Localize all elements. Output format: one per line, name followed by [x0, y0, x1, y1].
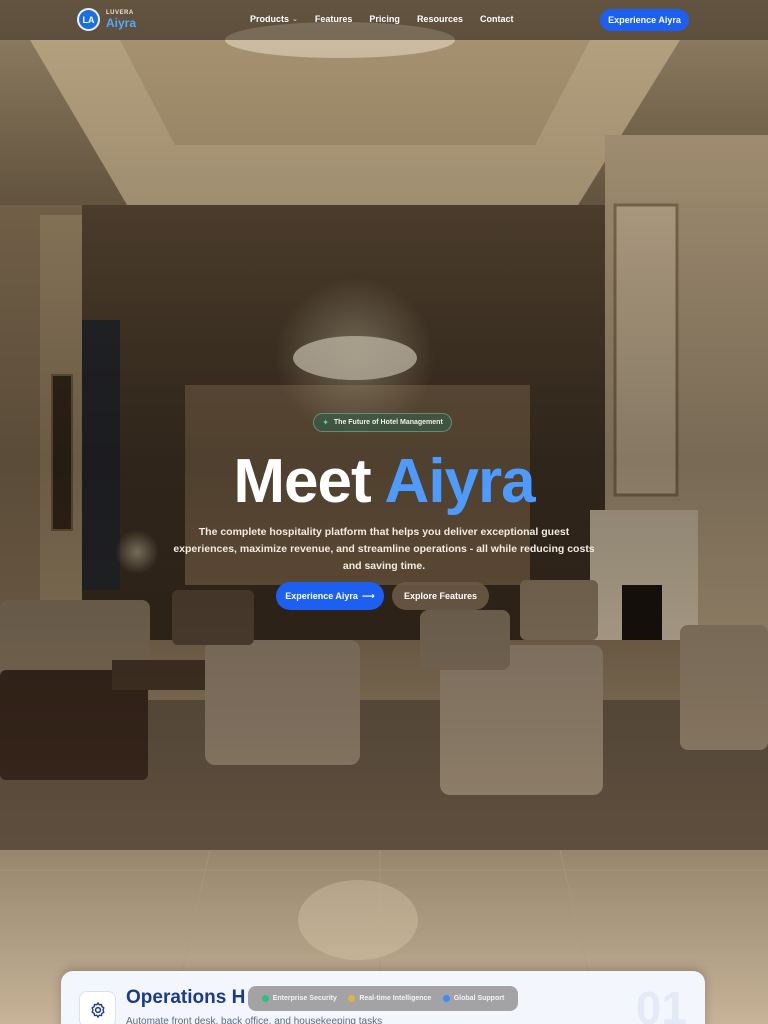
menu-item-label: Pricing [369, 14, 400, 24]
logo-text: LUVERA Aiyra [106, 10, 136, 29]
hero-title: Meet Aiyra [0, 443, 768, 521]
trust-item-security: Enterprise Security [261, 995, 337, 1002]
hero-title-part1: Meet [233, 447, 371, 516]
gear-icon [90, 1001, 105, 1018]
arrow-right-icon: ⟶ [361, 590, 375, 601]
hero-title-part2: Aiyra [384, 447, 536, 516]
trust-indicators: Enterprise Security Real-time Intelligen… [248, 986, 518, 1011]
menu-item-contact[interactable]: Contact [480, 14, 514, 24]
menu-item-pricing[interactable]: Pricing [369, 14, 400, 24]
menu-item-label: Resources [416, 14, 463, 24]
card-number: 01 [635, 982, 687, 1024]
hero-tag-badge: ✦ The Future of Hotel Management [313, 413, 452, 432]
button-label: Experience Aiyra [285, 591, 358, 601]
menu-item-label: Products [250, 14, 290, 24]
menu-item-label: Features [314, 14, 353, 24]
sparkle-icon: ✦ [322, 418, 329, 427]
explore-features-button[interactable]: Explore Features [392, 582, 489, 610]
trust-item-intelligence: Real-time Intelligence [348, 995, 431, 1002]
logo-badge: LA [77, 8, 100, 31]
trust-label: Real-time Intelligence [359, 995, 432, 1002]
hero-subtitle: The complete hospitality platform that h… [173, 526, 595, 572]
bolt-icon [348, 995, 356, 1002]
card-title: Operations H [126, 987, 246, 1008]
globe-icon [442, 995, 450, 1002]
logo-product-name: Aiyra [106, 16, 137, 30]
menu-item-label: Contact [479, 14, 514, 24]
main-menu: Products ⌄ Features Pricing Resources Co… [250, 14, 513, 24]
trust-item-support: Global Support [442, 995, 505, 1002]
card-description: Automate front desk, back office, and ho… [126, 1016, 383, 1024]
menu-item-products[interactable]: Products ⌄ [250, 14, 298, 24]
card-icon-container [79, 991, 116, 1024]
nav-experience-button[interactable]: Experience Aiyra [600, 9, 689, 31]
brand-logo[interactable]: LA LUVERA Aiyra [77, 8, 136, 31]
shield-icon [261, 995, 269, 1002]
top-navigation: LA LUVERA Aiyra Products ⌄ Features Pric… [0, 0, 768, 40]
hero-tag-text: The Future of Hotel Management [333, 419, 443, 426]
menu-item-resources[interactable]: Resources [417, 14, 463, 24]
menu-item-features[interactable]: Features [315, 14, 353, 24]
experience-aiyra-button[interactable]: Experience Aiyra ⟶ [276, 582, 384, 610]
trust-label: Global Support [453, 995, 505, 1002]
chevron-down-icon: ⌄ [292, 16, 298, 23]
trust-label: Enterprise Security [272, 995, 337, 1002]
